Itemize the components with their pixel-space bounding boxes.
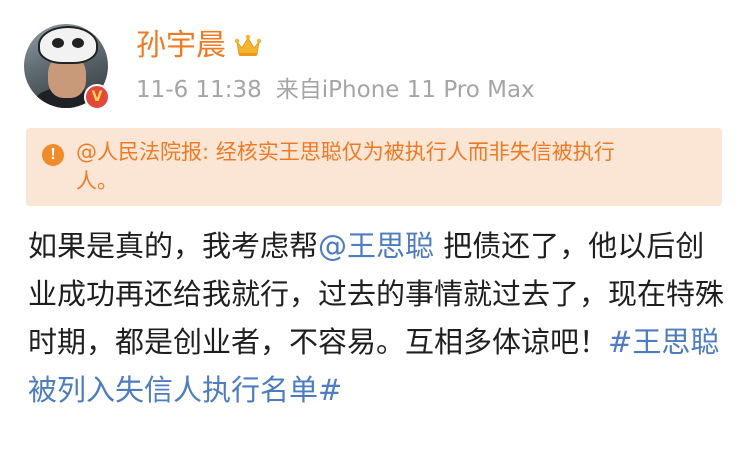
notice-bar[interactable]: ! @人民法院报: 经核实王思聪仅为被执行人而非失信被执行人。	[26, 128, 722, 206]
crown-icon	[234, 34, 262, 56]
username-text[interactable]: 孙宇晨	[136, 28, 226, 64]
mention-link[interactable]: @王思聪	[318, 229, 434, 263]
post-content: 如果是真的，我考虑帮@王思聪 把债还了，他以后创业成功再还给我就行，过去的事情就…	[28, 222, 728, 414]
verified-badge-icon: V	[84, 84, 110, 110]
post-meta: 11-6 11:38 来自iPhone 11 Pro Max	[136, 74, 535, 106]
notice-text: @人民法院报: 经核实王思聪仅为被执行人而非失信被执行人。	[76, 140, 615, 193]
panda-hat-icon	[38, 26, 98, 64]
weibo-post: V 孙宇晨 11-6 11:38 来自iPhone 11 Pro Max ! @人…	[0, 0, 748, 470]
username[interactable]: 孙宇晨	[136, 28, 262, 64]
content-text-1: 如果是真的，我考虑帮	[28, 229, 319, 263]
avatar[interactable]: V	[24, 24, 112, 112]
post-timestamp: 11-6 11:38	[136, 77, 262, 103]
post-source: 来自iPhone 11 Pro Max	[275, 77, 535, 103]
alert-circle-icon: !	[42, 144, 64, 166]
